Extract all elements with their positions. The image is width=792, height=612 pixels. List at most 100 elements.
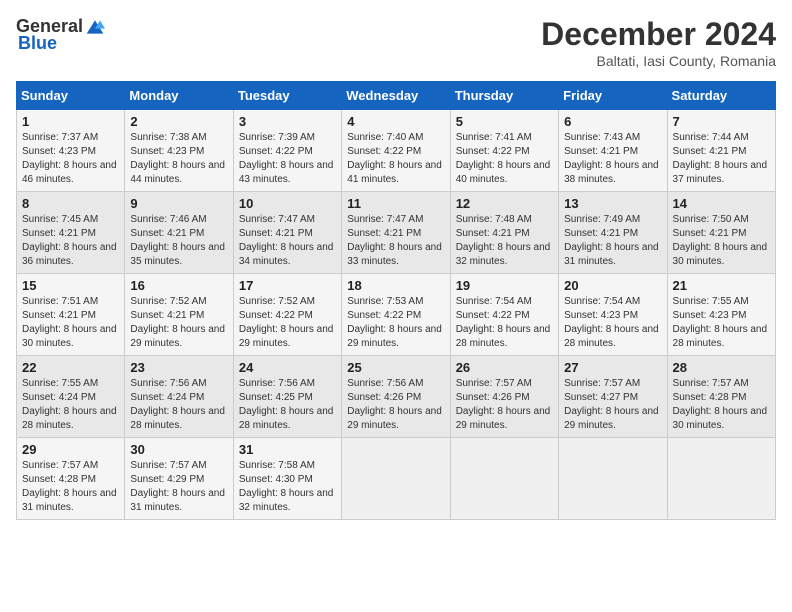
calendar-cell: 20 Sunrise: 7:54 AMSunset: 4:23 PMDayligh… — [559, 274, 667, 356]
calendar-week-1: 1 Sunrise: 7:37 AMSunset: 4:23 PMDaylight… — [17, 110, 776, 192]
calendar-cell: 4Sunrise: 7:40 AMSunset: 4:22 PMDaylight… — [342, 110, 450, 192]
day-info: Sunrise: 7:45 AMSunset: 4:21 PMDaylight:… — [22, 213, 119, 269]
day-info: Sunrise: 7:52 AMSunset: 4:21 PMDaylight:… — [130, 295, 227, 351]
day-number: 8 — [22, 196, 119, 211]
calendar-week-5: 29 Sunrise: 7:57 AMSunset: 4:28 PMDayligh… — [17, 438, 776, 520]
calendar-cell: 8 Sunrise: 7:45 AMSunset: 4:21 PMDaylight… — [17, 192, 125, 274]
day-number: 1 — [22, 114, 119, 129]
day-info: Sunrise: 7:56 AMSunset: 4:25 PMDaylight:… — [239, 377, 336, 433]
day-info: Sunrise: 7:57 AMSunset: 4:28 PMDaylight:… — [22, 459, 119, 515]
day-info: Sunrise: 7:51 AMSunset: 4:21 PMDaylight:… — [22, 295, 119, 351]
header-monday: Monday — [125, 82, 233, 110]
header: General Blue December 2024 Baltati, Iasi… — [16, 16, 776, 69]
calendar-header-row: SundayMondayTuesdayWednesdayThursdayFrid… — [17, 82, 776, 110]
subtitle: Baltati, Iasi County, Romania — [541, 53, 776, 69]
day-number: 6 — [564, 114, 661, 129]
calendar-cell: 10 Sunrise: 7:47 AMSunset: 4:21 PMDayligh… — [233, 192, 341, 274]
calendar-cell: 2 Sunrise: 7:38 AMSunset: 4:23 PMDaylight… — [125, 110, 233, 192]
day-info: Sunrise: 7:57 AMSunset: 4:27 PMDaylight:… — [564, 377, 661, 433]
header-sunday: Sunday — [17, 82, 125, 110]
calendar-cell — [559, 438, 667, 520]
day-number: 3 — [239, 114, 336, 129]
day-number: 30 — [130, 442, 227, 457]
day-number: 20 — [564, 278, 661, 293]
calendar-cell: 9 Sunrise: 7:46 AMSunset: 4:21 PMDaylight… — [125, 192, 233, 274]
day-info: Sunrise: 7:54 AMSunset: 4:22 PMDaylight:… — [456, 295, 553, 351]
day-info: Sunrise: 7:46 AMSunset: 4:21 PMDaylight:… — [130, 213, 227, 269]
day-info: Sunrise: 7:48 AMSunset: 4:21 PMDaylight:… — [456, 213, 553, 269]
calendar-cell: 17Sunrise: 7:52 AMSunset: 4:22 PMDayligh… — [233, 274, 341, 356]
day-info: Sunrise: 7:52 AMSunset: 4:22 PMDaylight:… — [239, 295, 336, 351]
day-info: Sunrise: 7:38 AMSunset: 4:23 PMDaylight:… — [130, 131, 227, 187]
calendar-cell: 24 Sunrise: 7:56 AMSunset: 4:25 PMDayligh… — [233, 356, 341, 438]
day-info: Sunrise: 7:49 AMSunset: 4:21 PMDaylight:… — [564, 213, 661, 269]
day-number: 13 — [564, 196, 661, 211]
day-info: Sunrise: 7:40 AMSunset: 4:22 PMDaylight:… — [347, 131, 444, 187]
calendar-cell: 7 Sunrise: 7:44 AMSunset: 4:21 PMDaylight… — [667, 110, 775, 192]
day-number: 31 — [239, 442, 336, 457]
day-info: Sunrise: 7:57 AMSunset: 4:29 PMDaylight:… — [130, 459, 227, 515]
calendar-cell: 18Sunrise: 7:53 AMSunset: 4:22 PMDayligh… — [342, 274, 450, 356]
calendar-cell: 6 Sunrise: 7:43 AMSunset: 4:21 PMDaylight… — [559, 110, 667, 192]
month-title: December 2024 — [541, 16, 776, 53]
day-number: 2 — [130, 114, 227, 129]
calendar-cell: 23 Sunrise: 7:56 AMSunset: 4:24 PMDayligh… — [125, 356, 233, 438]
calendar-cell — [342, 438, 450, 520]
calendar-cell: 3 Sunrise: 7:39 AMSunset: 4:22 PMDaylight… — [233, 110, 341, 192]
day-number: 24 — [239, 360, 336, 375]
calendar-cell: 12 Sunrise: 7:48 AMSunset: 4:21 PMDayligh… — [450, 192, 558, 274]
calendar-cell: 1 Sunrise: 7:37 AMSunset: 4:23 PMDaylight… — [17, 110, 125, 192]
calendar-cell: 29 Sunrise: 7:57 AMSunset: 4:28 PMDayligh… — [17, 438, 125, 520]
day-number: 10 — [239, 196, 336, 211]
day-info: Sunrise: 7:39 AMSunset: 4:22 PMDaylight:… — [239, 131, 336, 187]
day-number: 23 — [130, 360, 227, 375]
calendar-cell: 16Sunrise: 7:52 AMSunset: 4:21 PMDayligh… — [125, 274, 233, 356]
day-number: 21 — [673, 278, 770, 293]
calendar-cell: 31Sunrise: 7:58 AMSunset: 4:30 PMDayligh… — [233, 438, 341, 520]
day-number: 28 — [673, 360, 770, 375]
day-number: 22 — [22, 360, 119, 375]
day-info: Sunrise: 7:56 AMSunset: 4:24 PMDaylight:… — [130, 377, 227, 433]
day-info: Sunrise: 7:47 AMSunset: 4:21 PMDaylight:… — [239, 213, 336, 269]
day-number: 27 — [564, 360, 661, 375]
logo-blue: Blue — [18, 33, 57, 54]
calendar: SundayMondayTuesdayWednesdayThursdayFrid… — [16, 81, 776, 520]
calendar-week-3: 15 Sunrise: 7:51 AMSunset: 4:21 PMDayligh… — [17, 274, 776, 356]
calendar-cell: 27 Sunrise: 7:57 AMSunset: 4:27 PMDayligh… — [559, 356, 667, 438]
day-info: Sunrise: 7:37 AMSunset: 4:23 PMDaylight:… — [22, 131, 119, 187]
day-info: Sunrise: 7:47 AMSunset: 4:21 PMDaylight:… — [347, 213, 444, 269]
day-number: 26 — [456, 360, 553, 375]
day-number: 12 — [456, 196, 553, 211]
calendar-cell: 19 Sunrise: 7:54 AMSunset: 4:22 PMDayligh… — [450, 274, 558, 356]
day-number: 15 — [22, 278, 119, 293]
calendar-cell — [667, 438, 775, 520]
calendar-cell: 15 Sunrise: 7:51 AMSunset: 4:21 PMDayligh… — [17, 274, 125, 356]
calendar-cell: 30 Sunrise: 7:57 AMSunset: 4:29 PMDayligh… — [125, 438, 233, 520]
day-info: Sunrise: 7:44 AMSunset: 4:21 PMDaylight:… — [673, 131, 770, 187]
calendar-cell: 21Sunrise: 7:55 AMSunset: 4:23 PMDayligh… — [667, 274, 775, 356]
day-info: Sunrise: 7:54 AMSunset: 4:23 PMDaylight:… — [564, 295, 661, 351]
header-friday: Friday — [559, 82, 667, 110]
day-number: 14 — [673, 196, 770, 211]
logo-icon — [85, 17, 105, 37]
day-number: 18 — [347, 278, 444, 293]
calendar-week-2: 8 Sunrise: 7:45 AMSunset: 4:21 PMDaylight… — [17, 192, 776, 274]
day-number: 29 — [22, 442, 119, 457]
day-info: Sunrise: 7:43 AMSunset: 4:21 PMDaylight:… — [564, 131, 661, 187]
calendar-week-4: 22 Sunrise: 7:55 AMSunset: 4:24 PMDayligh… — [17, 356, 776, 438]
day-number: 11 — [347, 196, 444, 211]
day-number: 9 — [130, 196, 227, 211]
day-info: Sunrise: 7:56 AMSunset: 4:26 PMDaylight:… — [347, 377, 444, 433]
calendar-cell — [450, 438, 558, 520]
logo-area: General Blue — [16, 16, 105, 54]
header-tuesday: Tuesday — [233, 82, 341, 110]
day-number: 19 — [456, 278, 553, 293]
header-thursday: Thursday — [450, 82, 558, 110]
day-number: 25 — [347, 360, 444, 375]
calendar-cell: 13 Sunrise: 7:49 AMSunset: 4:21 PMDayligh… — [559, 192, 667, 274]
day-number: 7 — [673, 114, 770, 129]
day-info: Sunrise: 7:55 AMSunset: 4:24 PMDaylight:… — [22, 377, 119, 433]
header-wednesday: Wednesday — [342, 82, 450, 110]
day-info: Sunrise: 7:41 AMSunset: 4:22 PMDaylight:… — [456, 131, 553, 187]
calendar-cell: 11 Sunrise: 7:47 AMSunset: 4:21 PMDayligh… — [342, 192, 450, 274]
